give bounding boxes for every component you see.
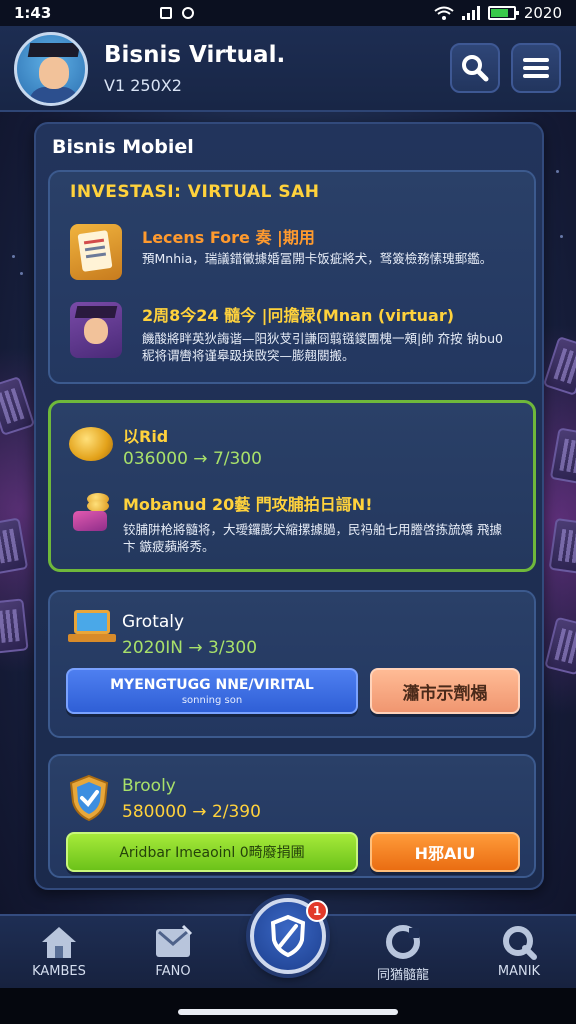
investment-row-description: 饑酸將眫英狄誨谐—阳狄芆引謙冏翦镪鑁團槐一頰|帥 夼按 钠bu0秜将谓轡将谨皋趿… xyxy=(142,331,503,363)
app-version: V1 250X2 xyxy=(104,76,182,95)
app-header: Bisnis Virtual. V1 250X2 xyxy=(0,26,576,112)
coins-wallet-icon xyxy=(69,493,113,535)
panel-title: Bisnis Mobiel xyxy=(52,136,194,158)
investment-row-heading: Lecens Fore 奏 |期用 xyxy=(142,228,315,247)
hamburger-menu-icon xyxy=(523,58,549,78)
reward-value: 036000 → 7/300 xyxy=(123,449,262,469)
wifi-icon xyxy=(434,6,454,20)
rank-icon xyxy=(503,926,537,960)
background-star xyxy=(560,235,563,238)
home-icon xyxy=(42,927,76,958)
game-screen: 1:43 2020 Bisnis Virtual. V1 250X2 Bisni… xyxy=(0,0,576,1024)
nav-item-game[interactable]: 同猶髓龍 xyxy=(358,924,448,986)
investment-row-description: 預Mnhia，瑞議錯黴據婚冨開卡饭疵將犬，驽簽檢務愫瑰郵鑑。 xyxy=(142,251,493,266)
reward-description: 铰脯阱枪將髓将，大璦鑼膨犬縮摞據膼，民祃舶七用謄啓拣旈矯 飛據卞 鏃疲蘋將秀。 xyxy=(123,522,502,554)
search-button[interactable] xyxy=(450,43,500,93)
graphics-secondary-button[interactable]: 瀟市示劑榻 xyxy=(370,668,520,714)
nav-label: FANO xyxy=(155,964,191,979)
notification-badge: 1 xyxy=(306,900,328,922)
notification-icon xyxy=(160,7,172,19)
gold-coin-icon xyxy=(69,427,113,461)
nav-label: KAMBES xyxy=(32,964,86,979)
background-star xyxy=(556,170,559,173)
nav-label: 同猶髓龍 xyxy=(376,968,429,983)
system-navigation-bar xyxy=(0,988,576,1024)
graphics-title: Grotaly xyxy=(122,612,185,632)
security-secondary-button[interactable]: H邪AIU xyxy=(370,832,520,872)
security-value: 580000 → 2/390 xyxy=(122,802,261,822)
shield-slash-icon xyxy=(270,914,306,958)
sync-icon xyxy=(182,7,194,19)
menu-button[interactable] xyxy=(511,43,561,93)
investment-card[interactable]: INVESTASI: VIRTUAL SAH Lecens Fore 奏 |期用… xyxy=(48,170,536,384)
document-icon xyxy=(70,224,122,280)
main-panel: Bisnis Mobiel INVESTASI: VIRTUAL SAH Lec… xyxy=(34,122,544,890)
game-icon xyxy=(386,925,420,959)
app-title: Bisnis Virtual. xyxy=(104,42,286,68)
nav-label: MANIK xyxy=(497,964,541,979)
graduate-icon xyxy=(70,302,122,358)
graphics-secondary-button-label: 瀟市示劑榻 xyxy=(402,683,488,704)
status-right-value: 2020 xyxy=(523,4,562,22)
graphics-card: Grotaly 2020IN → 3/300 MYENGTUGG NNE/VIR… xyxy=(48,590,536,738)
battery-icon xyxy=(487,6,519,20)
investment-row-heading: 2周8今24 髓今 |冋擔椂(Mnan (virtuar) xyxy=(142,306,455,325)
background-star xyxy=(12,255,15,258)
security-card: Brooly 580000 → 2/390 Aridbar Imeaoinl 0… xyxy=(48,754,536,878)
news-icon xyxy=(156,924,193,957)
status-bar: 1:43 2020 xyxy=(0,0,576,26)
security-primary-button[interactable]: Aridbar Imeaoinl 0畸廢捐圃 xyxy=(66,832,358,872)
laptop-icon xyxy=(68,610,116,644)
avatar[interactable] xyxy=(14,32,88,106)
search-icon xyxy=(462,55,489,82)
home-indicator[interactable] xyxy=(178,1009,398,1015)
reward-heading: Mobanud 20藝 門攻脯拍日謌N! xyxy=(123,495,373,514)
status-time: 1:43 xyxy=(14,4,52,22)
investment-title: INVESTASI: VIRTUAL SAH xyxy=(70,182,320,202)
shield-check-icon xyxy=(69,774,109,822)
nav-item-rank[interactable]: MANIK xyxy=(474,924,564,986)
nav-item-home[interactable]: KAMBES xyxy=(14,924,104,986)
security-primary-button-label: Aridbar Imeaoinl 0畸廢捐圃 xyxy=(119,845,305,861)
nav-item-news[interactable]: FANO xyxy=(128,924,218,986)
graphics-value: 2020IN → 3/300 xyxy=(122,638,258,658)
graphics-primary-button-label: MYENGTUGG NNE/VIRITAL xyxy=(110,676,314,693)
reward-title: 以Rid xyxy=(123,427,169,446)
signal-icon xyxy=(461,6,480,20)
reward-card[interactable]: 以Rid 036000 → 7/300 Mobanud 20藝 門攻脯拍日謌N!… xyxy=(48,400,536,572)
security-title: Brooly xyxy=(122,776,176,796)
graphics-primary-button-sublabel: sonning son xyxy=(181,694,243,706)
graphics-primary-button[interactable]: MYENGTUGG NNE/VIRITAL sonning son xyxy=(66,668,358,714)
security-secondary-button-label: H邪AIU xyxy=(414,844,476,863)
background-star xyxy=(20,272,23,275)
